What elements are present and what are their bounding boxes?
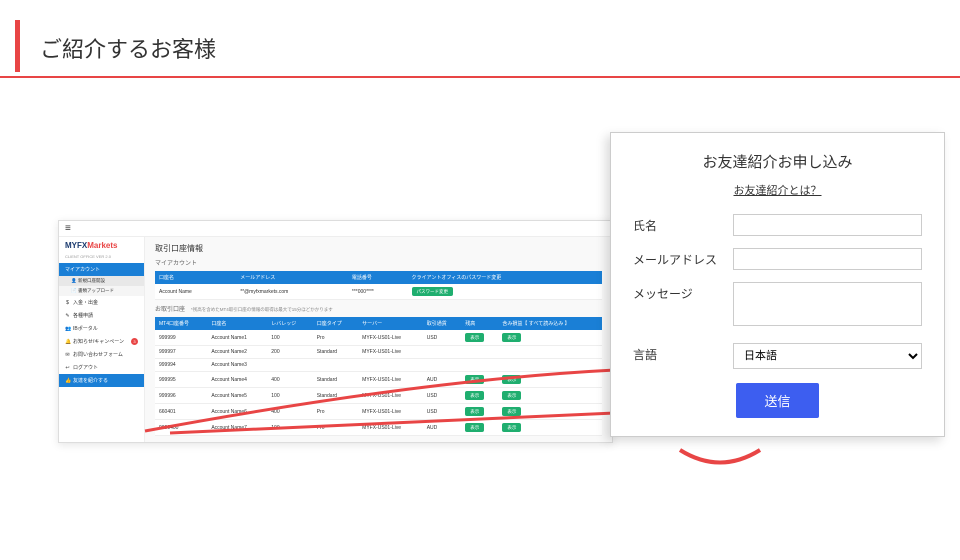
section-account-title: 取引口座情報 (155, 243, 602, 254)
label-email: メールアドレス (633, 248, 733, 268)
form-help-link[interactable]: お友達紹介とは？ (734, 185, 822, 197)
table-row: 999996Account Name5100StandardMYFX-US01-… (155, 388, 602, 404)
sidebar-item[interactable]: マイアカウント (59, 263, 144, 276)
hamburger-icon[interactable]: ≡ (65, 223, 71, 234)
nav-icon: 🔔 (65, 339, 70, 345)
show-button[interactable]: 表示 (502, 391, 521, 400)
main-panel: 取引口座情報 マイアカウント 口座名メールアドレス電話番号クライアントオフィスの… (145, 237, 612, 442)
show-button[interactable]: 表示 (465, 375, 484, 384)
section-account-sub: マイアカウント (155, 258, 602, 267)
show-button[interactable]: 表示 (502, 423, 521, 432)
show-button[interactable]: 表示 (502, 375, 521, 384)
nav-icon: 👤 (71, 278, 76, 284)
show-button[interactable]: 表示 (465, 423, 484, 432)
sidebar-item[interactable]: ✉お問い合わせフォーム (59, 348, 144, 361)
page-title: ご紹介するお客様 (15, 20, 960, 72)
password-change-button[interactable]: パスワード変更 (412, 287, 454, 296)
sidebar-item[interactable]: 📄書類アップロード (59, 286, 144, 296)
account-table: 口座名メールアドレス電話番号クライアントオフィスのパスワード変更 Account… (155, 271, 602, 300)
table-row: 999995Account Name4400StandardMYFX-US01-… (155, 372, 602, 388)
nav-icon: 👥 (65, 326, 70, 332)
nav-icon: 📄 (71, 288, 76, 294)
section-trading-title: お取引口座 (155, 304, 185, 313)
nav-icon: 👍 (65, 378, 70, 384)
form-title: お友達紹介お申し込み (633, 151, 922, 172)
label-lang: 言語 (633, 343, 733, 363)
section-trading-note: *残高を含めたMT4取引口座の情報の取得は最大で15分ほどかかります (191, 307, 333, 313)
show-button[interactable]: 表示 (465, 407, 484, 416)
table-row: 999997Account Name2200StandardMYFX-US01-… (155, 346, 602, 359)
sidebar-item[interactable]: $入金・出金 (59, 296, 144, 309)
sidebar-item[interactable]: ↩ログアウト (59, 361, 144, 374)
sidebar-item[interactable]: 👍友達を紹介する (59, 374, 144, 387)
show-button[interactable]: 表示 (465, 333, 484, 342)
trading-table: MT4口座番号口座名レバレッジ口座タイプサーバー取引通貨残高含み損益【 すべて読… (155, 317, 602, 436)
nav-icon: $ (65, 300, 70, 306)
app-topbar: ≡ (59, 221, 612, 237)
message-textarea[interactable] (733, 282, 922, 326)
table-row: 660401Account Name6400ProMYFX-US01-LiveU… (155, 404, 602, 420)
referral-form: お友達紹介お申し込み お友達紹介とは？ 氏名 メールアドレス メッセージ 言語 … (610, 132, 945, 437)
logo: MYFXMarkets (59, 237, 144, 254)
title-underline (0, 76, 960, 78)
name-input[interactable] (733, 214, 922, 236)
nav-icon: ↩ (65, 365, 70, 371)
show-button[interactable]: 表示 (465, 391, 484, 400)
sidebar-item[interactable]: 👤新規口座開設 (59, 276, 144, 286)
lang-select[interactable]: 日本語 (733, 343, 922, 369)
submit-button[interactable]: 送信 (736, 383, 818, 418)
label-name: 氏名 (633, 214, 733, 234)
table-row: 999994Account Name3 (155, 359, 602, 372)
nav-icon: ✎ (65, 313, 70, 319)
sidebar-item[interactable]: ✎各種申請 (59, 309, 144, 322)
table-row: 999999Account Name1100ProMYFX-US01-LiveU… (155, 330, 602, 346)
label-message: メッセージ (633, 282, 733, 302)
badge: 3 (131, 338, 138, 345)
email-input[interactable] (733, 248, 922, 270)
sidebar-item[interactable]: 👥IBポータル (59, 322, 144, 335)
show-button[interactable]: 表示 (502, 407, 521, 416)
sidebar-item[interactable]: 🔔お知らせ/キャンペーン3 (59, 335, 144, 348)
table-row: 9000400Account Name7100ProMYFX-US01-Live… (155, 420, 602, 436)
sidebar: MYFXMarkets CLIENT OFFICE VER 2.0 マイアカウン… (59, 237, 145, 442)
app-screenshot: ≡ MYFXMarkets CLIENT OFFICE VER 2.0 マイアカ… (58, 220, 613, 443)
nav-icon: ✉ (65, 352, 70, 358)
show-button[interactable]: 表示 (502, 333, 521, 342)
logo-subtitle: CLIENT OFFICE VER 2.0 (59, 254, 144, 263)
